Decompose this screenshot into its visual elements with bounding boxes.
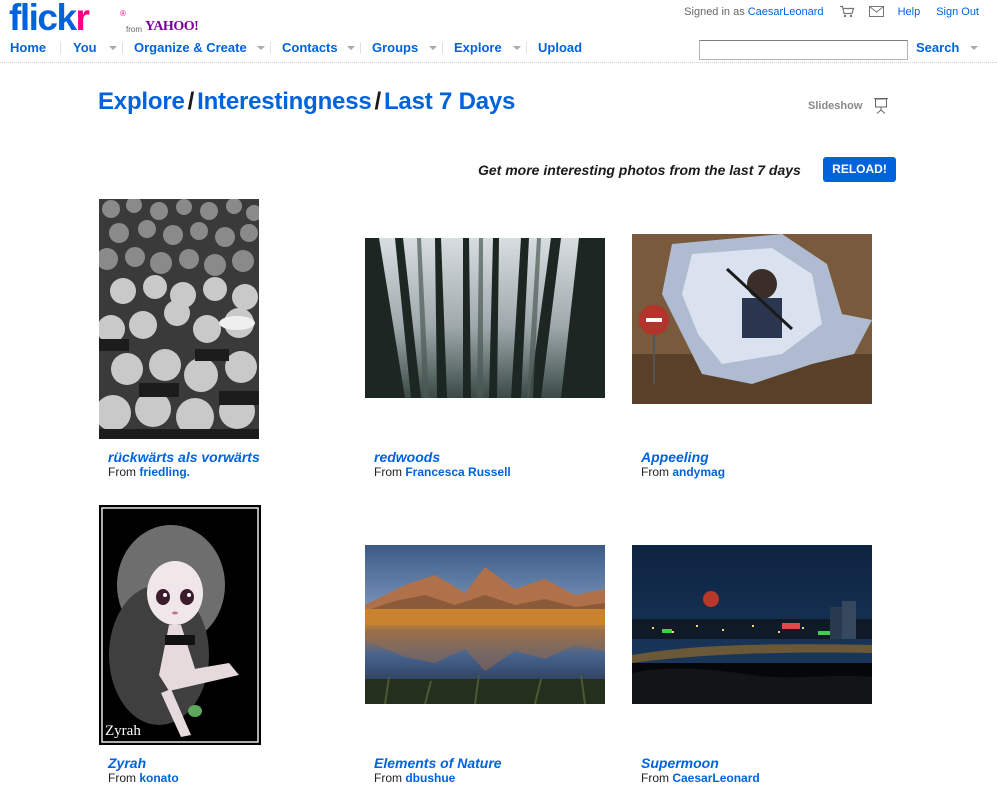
photo-thumbnail[interactable] <box>365 238 605 398</box>
photo-thumbnail[interactable] <box>632 234 872 404</box>
from-label: From <box>108 465 136 479</box>
photo-author-link[interactable]: Francesca Russell <box>405 465 510 479</box>
nav-home[interactable]: Home <box>10 40 46 55</box>
nav-divider <box>122 42 123 54</box>
photo-attribution: From Francesca Russell <box>374 465 511 479</box>
nav-you[interactable]: You <box>73 40 97 55</box>
photo-attribution: From andymag <box>641 465 725 479</box>
photo-author-link[interactable]: CaesarLeonard <box>672 771 759 785</box>
signed-in-label: Signed in as <box>684 5 745 18</box>
nav-organize-create[interactable]: Organize & Create <box>134 40 247 55</box>
chevron-down-icon[interactable] <box>512 46 521 52</box>
photo-author-link[interactable]: dbushue <box>405 771 455 785</box>
chevron-down-icon[interactable] <box>346 46 355 52</box>
logo-registered-mark: ® <box>120 9 126 18</box>
yahoo-logo: YAHOO! <box>145 19 199 34</box>
photo-author-link[interactable]: konato <box>139 771 178 785</box>
photo-title[interactable]: rückwärts als vorwärts <box>108 449 260 465</box>
nav-contacts[interactable]: Contacts <box>282 40 338 55</box>
chevron-down-icon[interactable] <box>428 46 437 52</box>
header-divider <box>0 62 997 63</box>
nav-upload[interactable]: Upload <box>538 40 582 55</box>
nav-divider <box>526 42 527 54</box>
breadcrumb-interestingness[interactable]: Interestingness <box>197 88 372 115</box>
photo-title[interactable]: Elements of Nature <box>374 755 502 771</box>
photo-title[interactable]: redwoods <box>374 449 440 465</box>
photo-attribution: From dbushue <box>374 771 455 785</box>
breadcrumb-explore[interactable]: Explore <box>98 88 185 115</box>
photo-caption-zyrah: Zyrah <box>105 723 141 739</box>
nav-divider <box>442 42 443 54</box>
account-bar: Signed in as CaesarLeonard Help Sign Out <box>684 5 979 18</box>
photo-author-link[interactable]: andymag <box>672 465 725 479</box>
search-input[interactable] <box>699 40 908 60</box>
chevron-down-icon[interactable] <box>108 46 117 52</box>
slideshow-icon[interactable] <box>873 97 889 114</box>
help-link[interactable]: Help <box>898 6 921 18</box>
nav-explore[interactable]: Explore <box>454 40 502 55</box>
nav-divider <box>60 42 61 54</box>
photo-thumbnail[interactable] <box>99 199 259 439</box>
chevron-down-icon[interactable] <box>256 46 265 52</box>
photo-attribution: From CaesarLeonard <box>641 771 760 785</box>
photo-title[interactable]: Appeeling <box>641 449 709 465</box>
photo-attribution: From friedling. <box>108 465 190 479</box>
breadcrumb: Explore / Interestingness / Last 7 Days <box>98 88 515 116</box>
breadcrumb-separator: / <box>187 88 195 115</box>
photo-author-link[interactable]: friedling. <box>139 465 190 479</box>
photo-thumbnail[interactable] <box>365 545 605 704</box>
slideshow-link[interactable]: Slideshow <box>808 100 862 112</box>
photo-title[interactable]: Zyrah <box>108 755 146 771</box>
nav-divider <box>270 42 271 54</box>
sign-out-link[interactable]: Sign Out <box>936 6 979 18</box>
photo-attribution: From konato <box>108 771 179 785</box>
from-label: From <box>641 771 669 785</box>
breadcrumb-last-7-days[interactable]: Last 7 Days <box>384 88 515 115</box>
flickr-logo[interactable]: flickr ® from YAHOO! <box>9 0 199 38</box>
from-label: From <box>641 465 669 479</box>
logo-text-flick: flick <box>9 0 77 38</box>
photo-thumbnail[interactable]: Zyrah <box>99 505 261 745</box>
photo-title[interactable]: Supermoon <box>641 755 719 771</box>
nav-divider <box>360 42 361 54</box>
username-link[interactable]: CaesarLeonard <box>748 6 824 18</box>
photo-thumbnail[interactable] <box>632 545 872 704</box>
mail-icon[interactable] <box>868 6 884 17</box>
chevron-down-icon[interactable] <box>969 46 978 52</box>
from-label: From <box>374 771 402 785</box>
cart-icon[interactable] <box>839 5 855 18</box>
reload-button[interactable]: RELOAD! <box>823 157 896 182</box>
breadcrumb-separator: / <box>374 88 382 115</box>
from-label: From <box>108 771 136 785</box>
from-label: From <box>374 465 402 479</box>
logo-from-text: from <box>126 25 142 34</box>
search-button[interactable]: Search <box>916 40 959 55</box>
promo-text: Get more interesting photos from the las… <box>478 162 801 178</box>
nav-groups[interactable]: Groups <box>372 40 418 55</box>
logo-text-r: r <box>75 0 90 38</box>
